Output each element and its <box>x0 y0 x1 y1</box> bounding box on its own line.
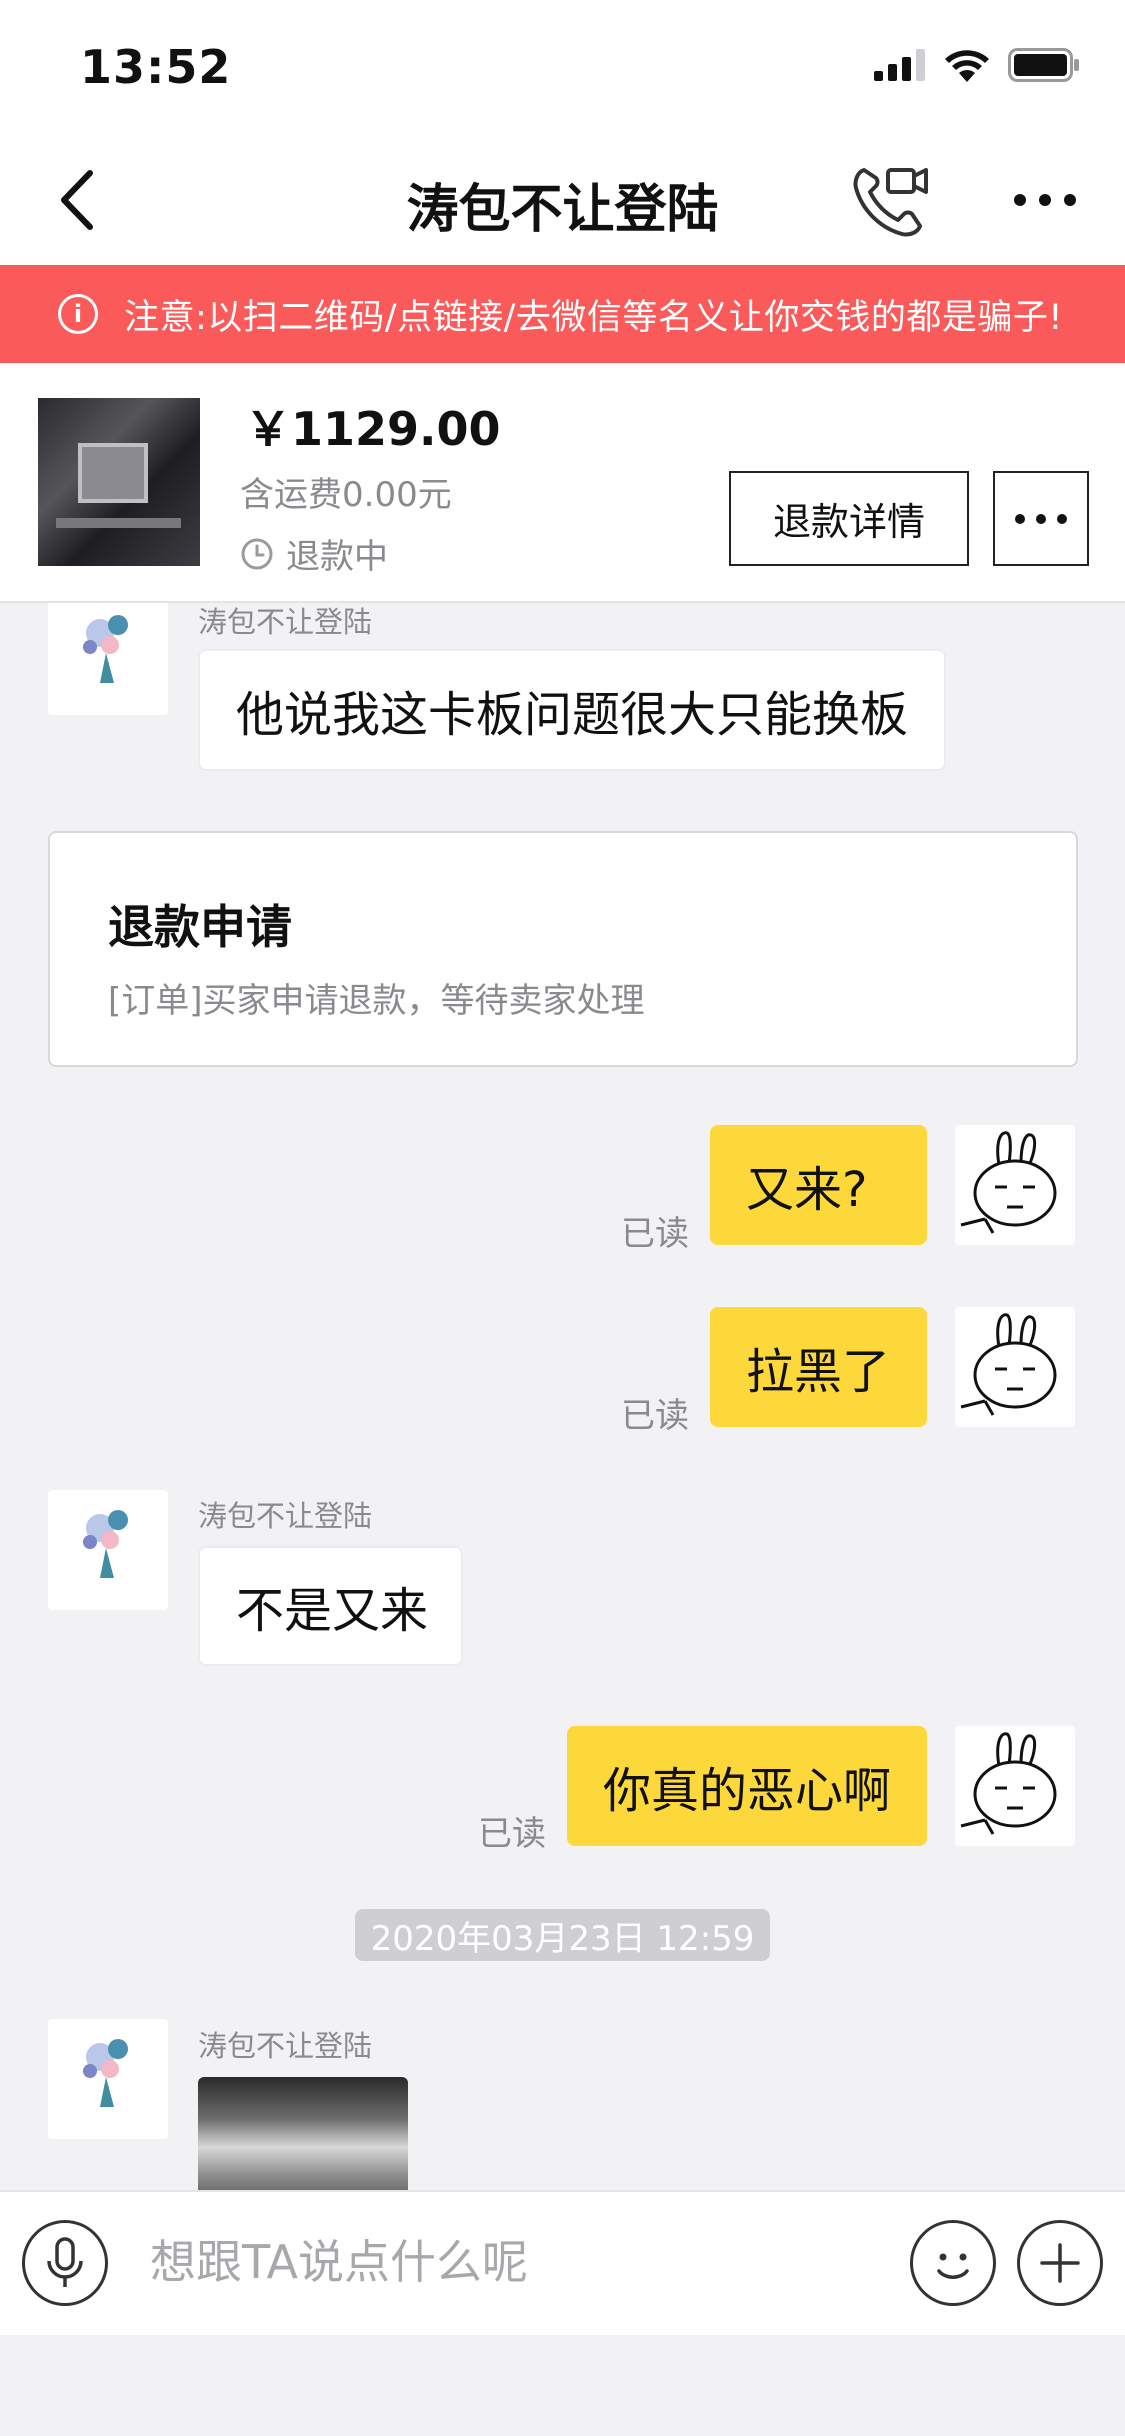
message-bubble[interactable]: 你真的恶心啊 <box>567 1726 927 1846</box>
avatar[interactable] <box>955 1125 1075 1245</box>
smiley-icon <box>937 2253 969 2279</box>
fraud-warning-banner: i 注意:以扫二维码/点链接/去微信等名义让你交钱的都是骗子! <box>0 265 1125 363</box>
video-call-icon[interactable] <box>850 160 930 240</box>
refund-card-title: 退款申请 <box>108 900 292 954</box>
avatar[interactable] <box>955 1307 1075 1427</box>
message-bubble[interactable]: 不是又来 <box>198 1546 463 1666</box>
battery-icon <box>1008 48 1079 82</box>
message-bubble[interactable]: 拉黑了 <box>710 1307 927 1427</box>
clock-icon <box>241 538 273 569</box>
flower-bouquet-icon <box>83 1510 128 1578</box>
avatar[interactable] <box>955 1726 1075 1846</box>
status-icons <box>874 48 1080 82</box>
message-bubble[interactable]: 又来? <box>710 1125 927 1245</box>
nav-bar: 涛包不让登陆 <box>0 135 1125 265</box>
info-icon: i <box>58 294 98 334</box>
plus-icon <box>1040 2243 1080 2283</box>
wifi-icon <box>945 50 989 82</box>
avatar[interactable] <box>48 603 168 715</box>
flower-bouquet-icon <box>83 615 128 683</box>
flower-bouquet-icon <box>83 2039 128 2107</box>
chat-title: 涛包不让登陆 <box>406 180 719 240</box>
input-bar <box>0 2190 1125 2335</box>
status-bar: 13:52 <box>0 0 1125 135</box>
chat-messages[interactable]: 涛包不让登陆 他说我这卡板问题很大只能换板 退款申请 [订单]买家申请退款，等待… <box>0 603 1125 2190</box>
avatar[interactable] <box>48 2019 168 2139</box>
product-price: ￥1129.00 <box>245 402 501 456</box>
rabbit-face-icon <box>960 1131 1057 1234</box>
status-time: 13:52 <box>80 40 232 94</box>
order-status-label: 退款中 <box>286 537 388 577</box>
image-message[interactable] <box>198 2077 408 2190</box>
avatar[interactable] <box>48 1490 168 1610</box>
read-receipt: 已读 <box>621 1396 689 1436</box>
order-status: 退款中 <box>240 529 388 578</box>
rabbit-face-icon <box>960 1313 1057 1416</box>
product-more-button[interactable] <box>993 471 1089 566</box>
refund-card-description: [订单]买家申请退款，等待卖家处理 <box>108 981 645 1021</box>
product-card: ￥1129.00 含运费0.00元 退款中 退款详情 <box>0 363 1125 603</box>
refund-details-button[interactable]: 退款详情 <box>729 471 969 566</box>
emoji-button[interactable] <box>910 2220 996 2306</box>
sender-name: 涛包不让登陆 <box>198 2029 373 2063</box>
more-icon <box>1015 513 1067 524</box>
warning-text: 注意:以扫二维码/点链接/去微信等名义让你交钱的都是骗子! <box>124 297 1063 338</box>
refund-request-card[interactable]: 退款申请 [订单]买家申请退款，等待卖家处理 <box>48 831 1078 1067</box>
microphone-icon <box>47 2237 83 2287</box>
rabbit-face-icon <box>960 1732 1057 1835</box>
product-thumbnail[interactable] <box>38 398 200 566</box>
add-button[interactable] <box>1017 2220 1103 2306</box>
sender-name: 涛包不让登陆 <box>198 605 373 639</box>
message-timestamp: 2020年03月23日 12:59 <box>355 1909 770 1961</box>
signal-icon <box>874 49 925 81</box>
message-bubble[interactable]: 他说我这卡板问题很大只能换板 <box>198 649 947 771</box>
read-receipt: 已读 <box>621 1214 689 1254</box>
product-shipping: 含运费0.00元 <box>240 475 452 515</box>
voice-button[interactable] <box>22 2220 108 2306</box>
message-input[interactable] <box>150 2232 850 2292</box>
read-receipt: 已读 <box>478 1814 546 1854</box>
sender-name: 涛包不让登陆 <box>198 1499 373 1533</box>
more-icon[interactable] <box>1010 175 1080 225</box>
